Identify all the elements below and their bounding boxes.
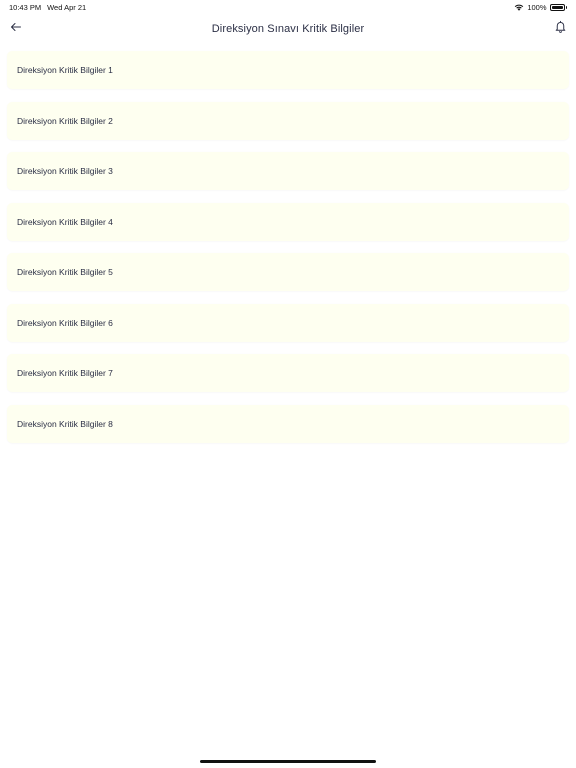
battery-percent: 100% — [527, 2, 547, 12]
page-title: Direksiyon Sınavı Kritik Bilgiler — [211, 23, 365, 35]
list-item-label: Direksiyon Kritik Bilgiler 6 — [17, 317, 113, 328]
list-item-label: Direksiyon Kritik Bilgiler 5 — [17, 267, 113, 277]
battery-icon — [549, 3, 567, 11]
app-screen: 10:43 PM Wed Apr 21 100% Direksiyon Sına… — [0, 0, 576, 768]
list-item[interactable]: Direksiyon Kritik Bilgiler 2 — [7, 101, 569, 140]
notifications-button[interactable] — [552, 20, 568, 38]
status-left: 10:43 PM Wed Apr 21 — [9, 3, 86, 12]
list-item[interactable]: Direksiyon Kritik Bilgiler 6 — [7, 303, 569, 342]
list-item[interactable]: Direksiyon Kritik Bilgiler 1 — [7, 51, 569, 89]
list-item-label: Direksiyon Kritik Bilgiler 4 — [17, 216, 113, 227]
battery-fill — [551, 5, 563, 9]
topic-list: Direksiyon Kritik Bilgiler 1 Direksiyon … — [7, 51, 569, 443]
list-item-label: Direksiyon Kritik Bilgiler 3 — [17, 166, 113, 176]
bell-icon — [554, 20, 567, 38]
status-right: 100% — [514, 3, 567, 12]
list-item[interactable]: Direksiyon Kritik Bilgiler 3 — [7, 152, 569, 190]
status-date: Wed Apr 21 — [47, 2, 87, 12]
battery-body — [549, 3, 565, 11]
battery-cap — [565, 5, 567, 9]
list-item[interactable]: Direksiyon Kritik Bilgiler 8 — [7, 404, 569, 443]
list-item-label: Direksiyon Kritik Bilgiler 7 — [17, 368, 113, 378]
home-indicator[interactable] — [200, 760, 376, 763]
list-item-label: Direksiyon Kritik Bilgiler 2 — [17, 115, 113, 126]
arrow-left-icon — [10, 20, 22, 38]
list-item-label: Direksiyon Kritik Bilgiler 1 — [17, 65, 113, 75]
wifi-icon — [514, 3, 524, 11]
status-bar: 10:43 PM Wed Apr 21 100% — [0, 0, 576, 14]
back-button[interactable] — [8, 21, 24, 37]
list-item[interactable]: Direksiyon Kritik Bilgiler 7 — [7, 354, 569, 392]
status-time: 10:43 PM — [9, 2, 42, 12]
list-item[interactable]: Direksiyon Kritik Bilgiler 5 — [7, 253, 569, 291]
nav-bar: Direksiyon Sınavı Kritik Bilgiler — [0, 14, 576, 44]
list-item-label: Direksiyon Kritik Bilgiler 8 — [17, 418, 113, 429]
list-item[interactable]: Direksiyon Kritik Bilgiler 4 — [7, 202, 569, 241]
